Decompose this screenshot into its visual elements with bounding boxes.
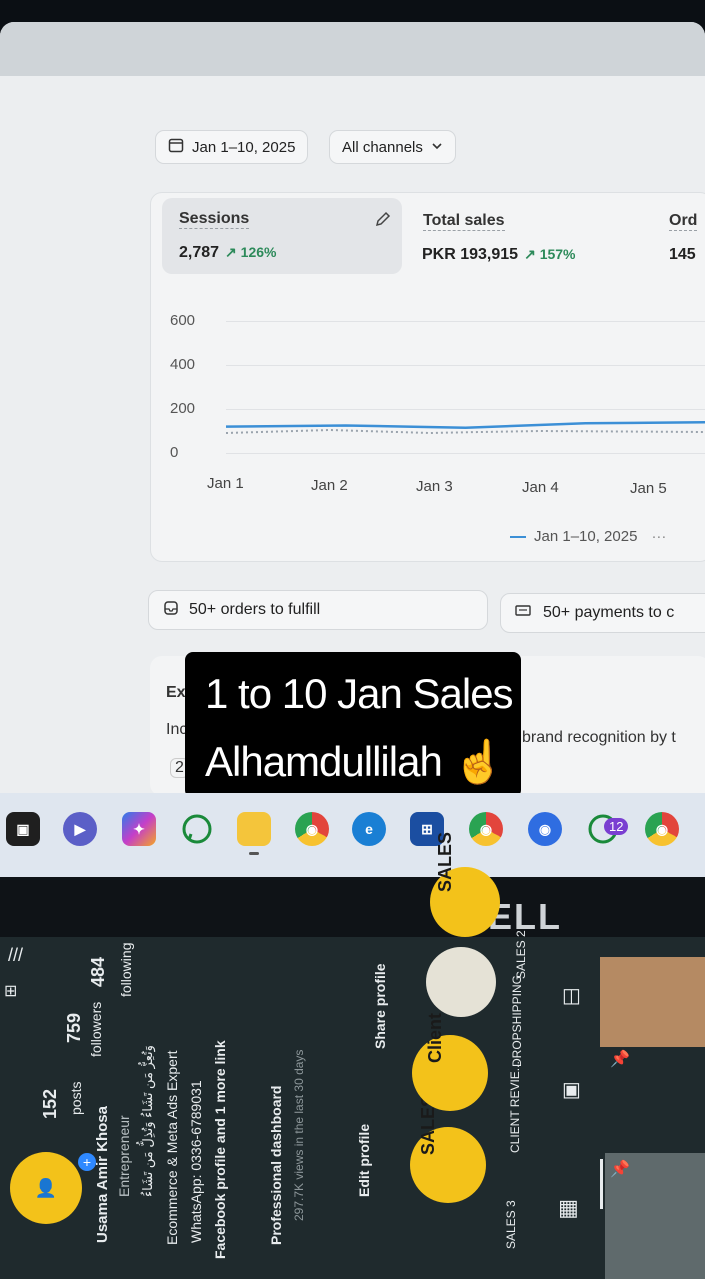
profile-name: Usama Amir Khosa bbox=[94, 1106, 111, 1243]
x-tick-label: Jan 5 bbox=[630, 480, 667, 497]
highlight-circle[interactable] bbox=[426, 947, 496, 1017]
payments-label: 50+ payments to c bbox=[543, 604, 675, 621]
highlight-circle[interactable]: SALES bbox=[410, 1094, 486, 1203]
phone-screen: 👤 + 152 posts 759 followers 484 followin… bbox=[0, 831, 705, 1279]
chrome-icon[interactable]: ◉ bbox=[295, 812, 329, 846]
profile-whatsapp: WhatsApp: 0336-6789031 bbox=[188, 1080, 204, 1243]
add-icon[interactable]: ⊞ bbox=[4, 981, 17, 1001]
professional-dashboard[interactable]: Professional dashboard bbox=[268, 1086, 284, 1245]
post-thumbnail[interactable] bbox=[600, 957, 705, 1047]
task-view-icon[interactable]: ▣ bbox=[6, 812, 40, 846]
teams-icon[interactable]: ▶ bbox=[63, 812, 97, 846]
photo-frame: Jan 1–10, 2025 All channels Sessions 2,7… bbox=[0, 0, 705, 1279]
views-note: 297.7K views in the last 30 days bbox=[292, 1049, 306, 1221]
panel-text-right: brand recognition by t bbox=[522, 729, 676, 746]
profile-arabic-line: وَتُعِزُّ مَن تَشَاءُ وَتُذِلُّ مَن تَشَ… bbox=[140, 1045, 155, 1197]
x-tick-label: Jan 4 bbox=[522, 479, 559, 496]
posts-label: posts bbox=[68, 1081, 84, 1115]
highlight-label: SALES 3 bbox=[504, 1200, 518, 1249]
chrome-profile-icon[interactable]: ◉ bbox=[469, 812, 503, 846]
highlight-badge: SALES bbox=[434, 831, 455, 892]
instagram-profile: 👤 + 152 posts 759 followers 484 followin… bbox=[0, 831, 705, 1279]
tagged-icon[interactable]: ◫ bbox=[562, 983, 581, 1008]
highlight-circle[interactable]: SALES bbox=[430, 831, 500, 937]
orders-to-fulfill-button[interactable]: 50+ orders to fulfill bbox=[148, 590, 488, 630]
caption-line-1: 1 to 10 Jan Sales bbox=[205, 670, 514, 717]
x-tick-label: Jan 2 bbox=[311, 477, 348, 494]
following-count[interactable]: 484 bbox=[88, 957, 109, 987]
grid-icon[interactable]: ▦ bbox=[558, 1195, 579, 1221]
orders-to-fulfill-label: 50+ orders to fulfill bbox=[189, 601, 321, 618]
reels-icon[interactable]: ▣ bbox=[562, 1077, 581, 1102]
inbox-icon bbox=[163, 600, 179, 621]
payments-to-capture-button[interactable]: 50+ payments to c bbox=[500, 593, 705, 633]
profile-bio: Ecommerce & Meta Ads Expert bbox=[164, 1050, 180, 1245]
x-tick-label: Jan 3 bbox=[416, 478, 453, 495]
whatsapp-unread-badge: 12 bbox=[604, 818, 629, 835]
active-indicator bbox=[249, 852, 259, 855]
menu-icon[interactable]: /// bbox=[8, 945, 23, 966]
story-caption: 1 to 10 Jan Sales Alhamdullilah ☝️ bbox=[185, 652, 521, 798]
followers-count[interactable]: 759 bbox=[64, 1013, 85, 1043]
highlight-label: CLIENT REVIE... bbox=[508, 1061, 522, 1153]
legend-label: Jan 1–10, 2025 bbox=[534, 528, 638, 545]
profile-role: Entrepreneur bbox=[116, 1115, 132, 1197]
legend-swatch bbox=[510, 535, 526, 538]
panel-heading: Ex bbox=[166, 684, 186, 701]
sessions-line-chart bbox=[225, 420, 705, 435]
file-explorer-icon[interactable] bbox=[237, 812, 271, 846]
highlight-label: SALES 2 bbox=[514, 930, 528, 979]
copilot-icon[interactable]: ✦ bbox=[122, 812, 156, 846]
whatsapp-icon[interactable] bbox=[180, 812, 214, 846]
posts-count: 152 bbox=[40, 1088, 60, 1119]
highlight-circle[interactable]: Client bbox=[412, 1012, 488, 1111]
profile-link[interactable]: Facebook profile and 1 more link bbox=[212, 1040, 228, 1259]
legend-more-icon[interactable]: ··· bbox=[651, 528, 666, 545]
chart-legend: Jan 1–10, 2025 ··· bbox=[510, 528, 666, 545]
chrome-profile-3-icon[interactable]: ◉ bbox=[645, 812, 679, 846]
caption-line-2: Alhamdullilah ☝️ bbox=[205, 738, 505, 785]
payment-icon bbox=[515, 604, 533, 623]
chrome-profile-2-icon[interactable]: ◉ bbox=[528, 812, 562, 846]
profile-avatar[interactable]: 👤 bbox=[10, 1152, 82, 1224]
highlight-badge: Client bbox=[424, 1012, 445, 1063]
pin-icon: 📌 bbox=[610, 1051, 630, 1068]
highlight-label: DROPSHIPPING bbox=[510, 974, 524, 1067]
sessions-series-line bbox=[225, 420, 705, 429]
edge-icon[interactable]: e bbox=[352, 812, 386, 846]
following-label: following bbox=[118, 942, 134, 997]
share-profile-button[interactable]: Share profile bbox=[372, 963, 388, 1049]
edit-profile-button[interactable]: Edit profile bbox=[356, 1124, 372, 1197]
followers-label: followers bbox=[88, 1001, 104, 1057]
comparison-series-line bbox=[225, 428, 705, 435]
pin-icon: 📌 bbox=[610, 1161, 630, 1178]
active-tab-indicator bbox=[600, 1159, 603, 1209]
x-tick-label: Jan 1 bbox=[207, 475, 244, 492]
